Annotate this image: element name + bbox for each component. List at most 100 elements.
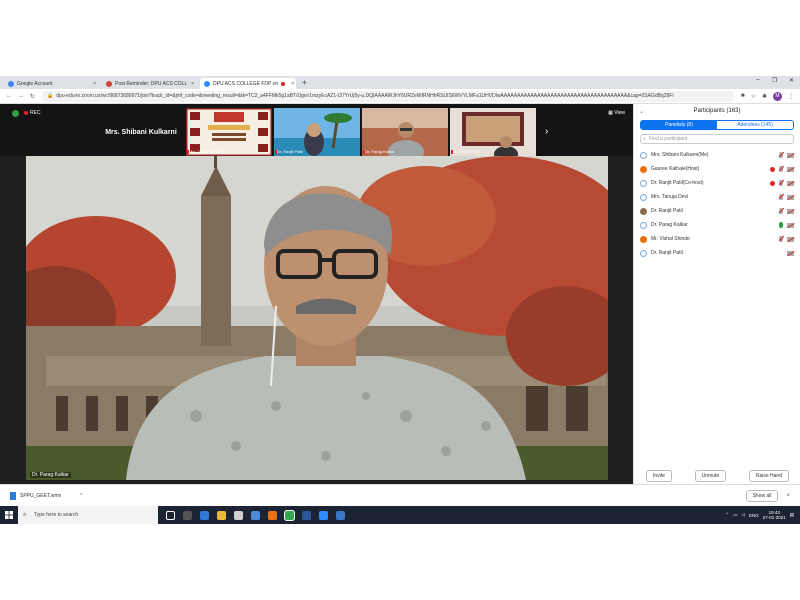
view-label: View [614, 110, 625, 116]
tab-attendees[interactable]: Attendees (145) [717, 121, 793, 129]
rec-label: REC [30, 110, 41, 116]
mic-muted-icon[interactable] [779, 180, 783, 186]
minimize-icon[interactable]: – [756, 77, 759, 84]
video-off-icon[interactable] [787, 250, 794, 256]
video-off-icon[interactable] [787, 194, 794, 200]
network-icon[interactable]: ▭ [733, 512, 737, 518]
close-tab-icon[interactable]: × [93, 81, 96, 87]
raised-hand-icon [770, 180, 775, 186]
video-thumbnail[interactable]: Dr. Parag Kalkar [362, 108, 448, 156]
mail-icon[interactable] [234, 510, 243, 520]
start-button[interactable] [0, 506, 18, 524]
mic-muted-icon[interactable] [779, 194, 783, 200]
participant-row[interactable]: Mr. Vishal Shinde [634, 232, 800, 246]
video-off-icon[interactable] [787, 208, 794, 214]
taskbar-search-placeholder: Type here to search [34, 512, 79, 518]
video-off-icon[interactable] [787, 166, 794, 172]
camera-icon[interactable]: ■ [741, 93, 745, 99]
participants-panel: ⌄ Participants (163) Panelists (8) Atten… [633, 104, 800, 484]
browser-tab[interactable]: Google Account × [4, 78, 100, 89]
notification-icon[interactable]: ▤ [790, 512, 794, 518]
participants-title: Participants (163) [693, 108, 741, 114]
participant-row[interactable]: Mrs. Tanuja Devi [634, 190, 800, 204]
participant-row[interactable]: Mrs. Shibani Kulkarni(Me) [634, 148, 800, 162]
file-explorer-icon[interactable] [217, 510, 226, 520]
tab-title: Google Account [17, 80, 53, 87]
bookmark-star-icon[interactable]: ☆ [751, 93, 756, 100]
mic-muted-icon[interactable] [779, 152, 783, 158]
back-icon[interactable]: ← [6, 93, 12, 99]
gmail-icon [106, 80, 112, 87]
edge-icon[interactable] [200, 510, 209, 520]
video-off-icon[interactable] [787, 236, 794, 242]
close-tab-icon[interactable]: × [291, 81, 294, 87]
mic-muted-icon[interactable] [779, 208, 783, 214]
participant-row[interactable]: Dr. Parag Kalkar [634, 218, 800, 232]
volume-icon[interactable]: ◁ [741, 512, 744, 518]
recording-indicator: REC [24, 110, 41, 116]
task-view-icon[interactable] [166, 510, 175, 520]
participant-row[interactable]: Dr. Ranjit Patil [634, 204, 800, 218]
mic-icon[interactable] [779, 222, 783, 228]
close-tab-icon[interactable]: × [191, 81, 194, 87]
mic-muted-icon[interactable] [779, 236, 783, 242]
taskbar-clock[interactable]: 19:43 27-01-2021 [763, 510, 786, 520]
unmute-button[interactable]: Unmute [694, 470, 727, 482]
extension-icon[interactable]: ✱ [762, 93, 767, 100]
view-button[interactable]: ▦ View [608, 110, 625, 116]
browser-tab-bar: Google Account × Post Reminder: DPU ACS … [0, 76, 800, 89]
participant-name: Mrs. Shibani Kulkarni [105, 128, 177, 136]
video-off-icon[interactable] [787, 222, 794, 228]
thumbnail-label: Dr. Ranjit Patil [277, 149, 303, 154]
url-text: dpu-edu-in.zoom.us/wc/96873689971/join?t… [56, 93, 674, 99]
participant-name: Mrs. Tanuja Devi [651, 194, 689, 200]
next-page-arrow[interactable]: › [545, 126, 548, 137]
word-icon[interactable] [302, 510, 311, 520]
zoom-app-icon[interactable] [319, 510, 328, 520]
show-all-button[interactable]: Show all [745, 489, 779, 502]
video-off-icon[interactable] [787, 152, 794, 158]
windows-icon [5, 511, 13, 519]
taskbar-search-input[interactable]: ⌕ Type here to search [18, 506, 158, 524]
close-window-icon[interactable]: ✕ [789, 77, 794, 84]
new-tab-button[interactable]: + [302, 78, 307, 87]
url-field[interactable]: 🔒 dpu-edu-in.zoom.us/wc/96873689971/join… [41, 90, 735, 102]
raise-hand-button[interactable]: Raise Hand [748, 470, 789, 482]
photos-icon[interactable] [251, 510, 260, 520]
collapse-icon[interactable]: ⌄ [639, 108, 644, 115]
close-icon[interactable]: × [786, 493, 790, 499]
video-thumbnail[interactable]: Mrs. Gauri Kalhale [186, 108, 272, 156]
download-item[interactable]: SPPU_GEET.wmv ⌃ [10, 491, 83, 500]
browser-tab[interactable]: Post Reminder: DPU ACS COLL × [102, 78, 198, 89]
chevron-up-icon[interactable]: ⌃ [79, 493, 83, 499]
record-dot-icon [24, 111, 28, 115]
participant-name: Dr. Ranjit Patil [651, 250, 683, 256]
menu-icon[interactable]: ⋮ [788, 93, 794, 100]
browser-tab-active[interactable]: DPU ACS COLLEGE FDP on × [200, 78, 296, 89]
forward-icon[interactable]: → [18, 93, 24, 99]
raised-hand-icon [770, 166, 775, 172]
panel-footer: Invite Unmute Raise Hand [634, 470, 800, 482]
mic-muted-icon[interactable] [779, 166, 783, 172]
app-icon[interactable] [336, 510, 345, 520]
chevron-up-icon[interactable]: ⌃ [725, 512, 729, 518]
video-off-icon[interactable] [787, 180, 794, 186]
participant-name: Dr. Ranjit Patil(Co-host) [651, 180, 704, 186]
chrome-icon[interactable] [285, 510, 294, 520]
video-thumbnail[interactable]: Dr. Ranjit Patil [450, 108, 536, 156]
reload-icon[interactable]: ↻ [30, 93, 35, 100]
firefox-icon[interactable] [268, 510, 277, 520]
profile-avatar[interactable]: M [773, 91, 782, 101]
shield-icon[interactable] [12, 110, 19, 117]
participant-search-input[interactable]: ⌕ Find a participant [640, 134, 794, 144]
invite-button[interactable]: Invite [646, 470, 672, 482]
participant-row[interactable]: Dr. Ranjit Patil [634, 246, 800, 260]
tab-panelists[interactable]: Panelists (8) [641, 121, 717, 129]
language-indicator[interactable]: ENG [749, 513, 759, 518]
maximize-icon[interactable]: ❐ [772, 77, 777, 84]
participant-name-tile[interactable]: Mrs. Shibani Kulkarni [98, 108, 184, 156]
video-thumbnail[interactable]: Dr. Ranjit Patil [274, 108, 360, 156]
store-icon[interactable] [183, 510, 192, 520]
participant-row[interactable]: Gauree Kalhale(Host) [634, 162, 800, 176]
participant-row[interactable]: Dr. Ranjit Patil(Co-host) [634, 176, 800, 190]
